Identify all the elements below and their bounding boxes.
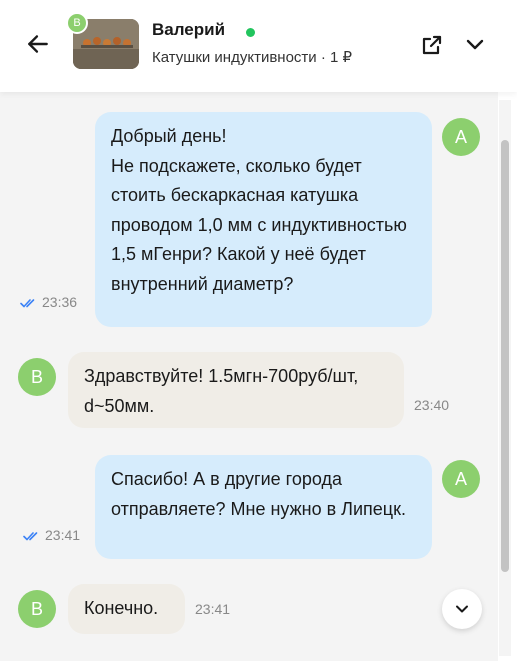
chevron-down-icon: [466, 39, 484, 50]
message-bubble-outgoing[interactable]: Добрый день! Не подскажете, сколько буде…: [95, 112, 432, 327]
header-menu-button[interactable]: [460, 29, 490, 59]
scrollbar-thumb[interactable]: [501, 140, 509, 572]
user-avatar[interactable]: А: [442, 460, 480, 498]
message-bubble-outgoing[interactable]: Спасибо! А в другие города отправляете? …: [95, 455, 432, 559]
contact-name[interactable]: Валерий: [152, 20, 225, 40]
scrollbar[interactable]: [499, 100, 511, 656]
open-listing-button[interactable]: [417, 30, 447, 60]
listing-title[interactable]: Катушки индуктивности · 1 ₽: [152, 48, 352, 66]
user-avatar[interactable]: А: [442, 118, 480, 156]
open-external-icon: [422, 35, 442, 55]
message-time: 23:41: [195, 601, 231, 617]
double-check-icon: [23, 532, 38, 541]
scroll-down-icon: [456, 605, 468, 613]
message-time: 23:41: [45, 527, 81, 543]
chat-header: В Валерий Катушки индуктивности · 1 ₽: [0, 0, 517, 92]
online-status-indicator: [246, 28, 255, 37]
back-button[interactable]: [22, 28, 54, 60]
message-bubble-incoming[interactable]: Конечно.: [68, 584, 185, 634]
message-bubble-incoming[interactable]: Здравствуйте! 1.5мгн-700руб/шт, d~50мм.: [68, 352, 404, 428]
scroll-to-bottom-button[interactable]: [442, 589, 482, 629]
message-time: 23:40: [414, 397, 450, 413]
seller-avatar-badge: В: [66, 12, 88, 34]
contact-avatar[interactable]: В: [18, 590, 56, 628]
double-check-icon: [20, 299, 35, 308]
back-arrow-icon: [28, 35, 48, 53]
contact-avatar[interactable]: В: [18, 358, 56, 396]
message-time: 23:36: [42, 294, 78, 310]
